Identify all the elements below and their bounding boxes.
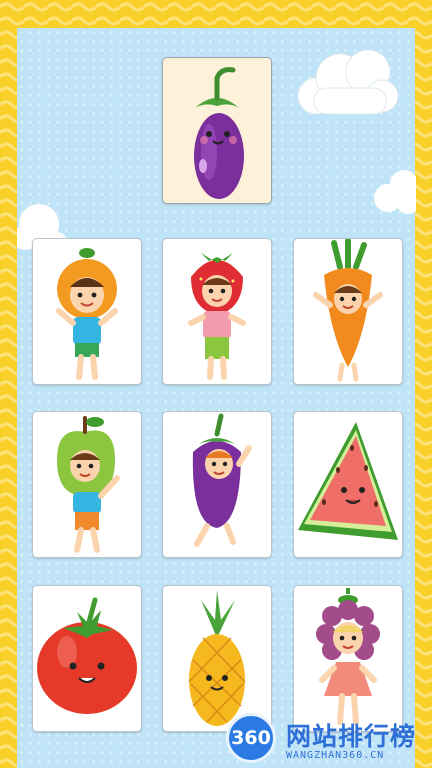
apple-kid-icon (57, 416, 120, 553)
answer-card[interactable] (162, 411, 272, 558)
carrot-kid-icon (313, 239, 383, 382)
answer-card[interactable] (32, 585, 142, 732)
tomato-icon (37, 597, 137, 714)
pineapple-icon (188, 590, 246, 726)
grape-kid-icon (316, 588, 380, 725)
target-card (162, 57, 272, 204)
answer-card[interactable] (293, 411, 403, 558)
watermark-badge-text: 360 (231, 727, 271, 749)
watermark-badge: 360 (226, 713, 276, 763)
watermark-title: 网站排行榜 (286, 722, 417, 751)
site-watermark: 360 网站排行榜 WANGZHAN360.CN (226, 711, 432, 768)
eggplant-kid-icon (192, 413, 252, 547)
eggplant-icon (194, 67, 244, 199)
answer-card[interactable] (162, 238, 272, 385)
watermark-subtitle: WANGZHAN360.CN (286, 750, 385, 761)
cloud-decoration (374, 170, 416, 214)
answer-card[interactable] (32, 411, 142, 558)
answer-card[interactable] (162, 585, 272, 732)
cloud-decoration (297, 49, 398, 115)
answer-card[interactable] (293, 238, 403, 385)
answer-card[interactable] (32, 238, 142, 385)
watermelon-icon (298, 422, 398, 540)
orange-kid-icon (56, 248, 118, 380)
strawberry-kid-icon (188, 253, 246, 380)
answer-card[interactable] (293, 585, 403, 732)
game-screen: 360 网站排行榜 WANGZHAN360.CN (0, 0, 432, 768)
